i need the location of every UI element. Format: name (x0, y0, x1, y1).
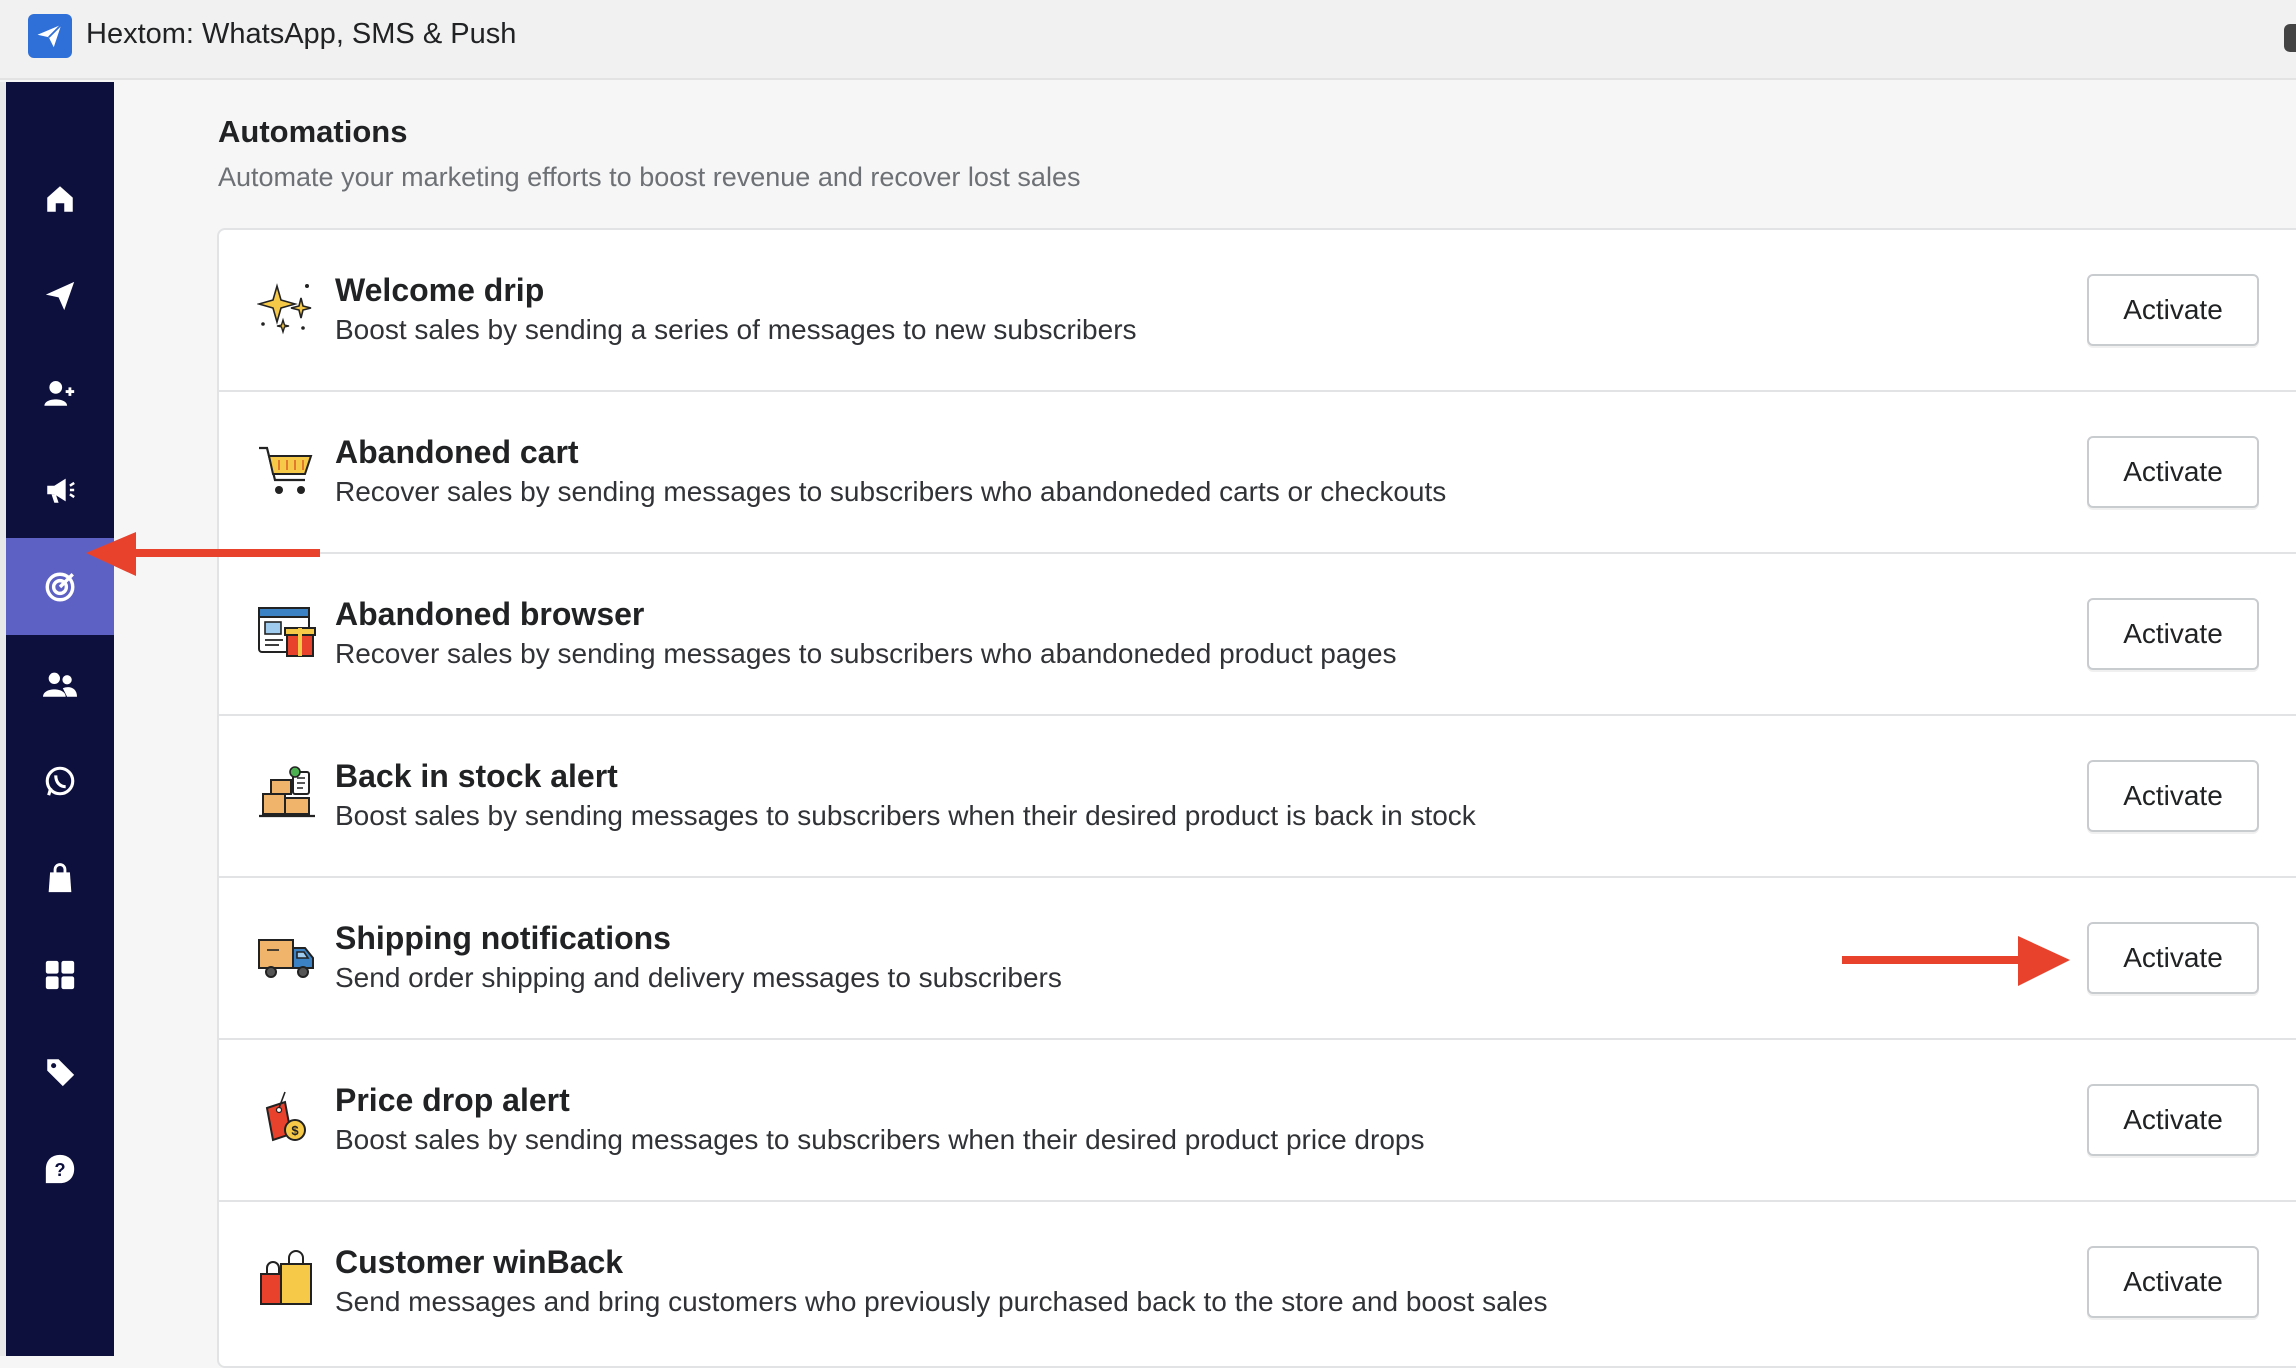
activate-button[interactable]: Activate (2087, 760, 2259, 832)
automation-row-back-in-stock: Back in stock alert Boost sales by sendi… (219, 716, 2296, 878)
help-icon: ? (45, 1154, 75, 1183)
automations-card: Welcome drip Boost sales by sending a se… (217, 228, 2296, 1368)
sparkles-icon (257, 283, 312, 335)
sidebar-item-subscribers[interactable] (6, 344, 114, 441)
automation-title: Abandoned browser (335, 596, 645, 632)
annotation-arrow-left (86, 532, 320, 576)
sidebar-item-integrations[interactable] (6, 926, 114, 1023)
browser-gift-icon (258, 607, 316, 657)
target-icon (45, 572, 75, 601)
page-subtitle: Automate your marketing efforts to boost… (218, 162, 1081, 192)
sidebar-item-pricing[interactable] (6, 1023, 114, 1120)
shopping-bags-icon (260, 1250, 312, 1305)
stock-boxes-icon (259, 766, 315, 818)
automation-row-abandoned-browser: Abandoned browser Recover sales by sendi… (219, 554, 2296, 716)
activate-button[interactable]: Activate (2087, 274, 2259, 346)
svg-text:$: $ (291, 1123, 299, 1138)
tag-icon (47, 1058, 75, 1086)
users-icon (43, 672, 77, 697)
sidebar-item-audience[interactable] (6, 635, 114, 732)
sidebar-item-broadcast[interactable] (6, 441, 114, 538)
automation-title: Abandoned cart (335, 434, 579, 470)
delivery-truck-icon (258, 939, 314, 978)
app-title: Hextom: WhatsApp, SMS & Push (86, 18, 517, 50)
activate-button[interactable]: Activate (2087, 598, 2259, 670)
add-user-icon (44, 380, 75, 406)
automation-row-abandoned-cart: Abandoned cart Recover sales by sending … (219, 392, 2296, 554)
activate-button[interactable]: Activate (2087, 1246, 2259, 1318)
whatsapp-icon (45, 766, 75, 796)
automation-row-welcome-drip: Welcome drip Boost sales by sending a se… (219, 230, 2296, 392)
annotation-arrow-right (1842, 936, 2070, 986)
app-titlebar: Hextom: WhatsApp, SMS & Push (0, 0, 2296, 80)
sidebar-item-orders[interactable] (6, 829, 114, 926)
activate-button[interactable]: Activate (2087, 1084, 2259, 1156)
activate-button[interactable]: Activate (2087, 922, 2259, 994)
automation-description: Recover sales by sending messages to sub… (335, 638, 1397, 669)
home-icon (47, 185, 73, 212)
automation-description: Boost sales by sending a series of messa… (335, 314, 1137, 345)
automation-title: Customer winBack (335, 1244, 624, 1280)
sidebar-item-campaigns[interactable] (6, 247, 114, 344)
automation-row-price-drop: $ Price drop alert Boost sales by sendin… (219, 1040, 2296, 1202)
automation-row-customer-winback: Customer winBack Send messages and bring… (219, 1202, 2296, 1364)
automation-title: Welcome drip (335, 272, 545, 308)
page-title: Automations (218, 114, 408, 149)
automation-description: Send order shipping and delivery message… (335, 962, 1062, 993)
automation-description: Send messages and bring customers who pr… (335, 1286, 1548, 1317)
sidebar-item-home[interactable] (6, 150, 114, 247)
paper-plane-icon (45, 281, 75, 310)
automation-title: Back in stock alert (335, 758, 618, 794)
activate-button[interactable]: Activate (2087, 436, 2259, 508)
svg-text:?: ? (54, 1159, 65, 1180)
shopping-cart-icon (259, 446, 313, 494)
sidebar-item-help[interactable]: ? (6, 1120, 114, 1217)
price-tag-icon: $ (265, 1091, 306, 1142)
automation-description: Boost sales by sending messages to subsc… (335, 800, 1476, 831)
shopping-bag-icon (48, 862, 72, 892)
automation-description: Boost sales by sending messages to subsc… (335, 1124, 1425, 1155)
megaphone-icon (47, 478, 75, 503)
paper-plane-logo-icon (28, 14, 72, 58)
automation-description: Recover sales by sending messages to sub… (335, 476, 1447, 507)
pin-icon[interactable] (2284, 24, 2296, 52)
automation-title: Price drop alert (335, 1082, 570, 1118)
sidebar-item-whatsapp[interactable] (6, 732, 114, 829)
grid-icon (45, 960, 75, 989)
sidebar-nav: ? (6, 82, 114, 1356)
automation-title: Shipping notifications (335, 920, 671, 956)
